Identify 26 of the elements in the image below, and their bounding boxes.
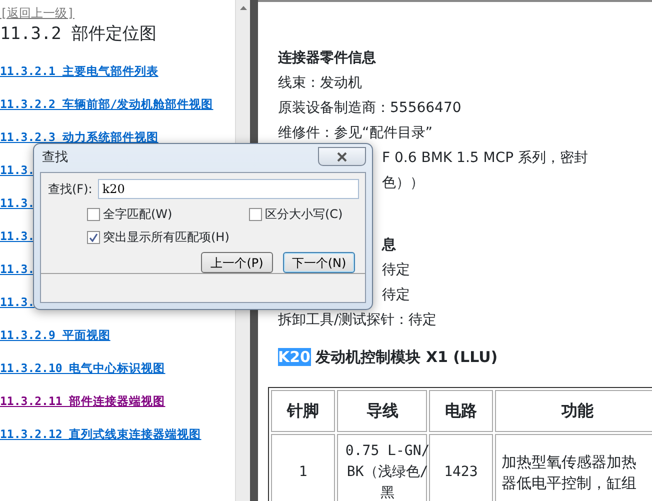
column-header: 电路	[429, 390, 493, 432]
table-cell-text: 1423	[443, 463, 479, 482]
table-cell-text: 1	[298, 463, 308, 482]
info-line: 待定	[382, 287, 410, 303]
column-header: 导线	[337, 390, 428, 432]
table-cell-text: 0.75 L-GN/BK（浅绿色/黑	[344, 442, 431, 501]
page-title: 11.3.2 部件定位图	[0, 24, 158, 44]
info-line: F 0.6 BMK 1.5 MCP 系列，密封	[382, 150, 588, 166]
connector-title: 发动机控制模块 X1 (LLU)	[316, 348, 498, 366]
search-match: K20	[278, 348, 310, 366]
column-header: 针脚	[271, 390, 336, 432]
info-line: 维修件：参见“配件目录”	[278, 124, 434, 143]
info-line: 待定	[382, 262, 410, 278]
info-line: 拆卸工具/测试探针：待定	[278, 311, 438, 330]
checkbox-label: 全字匹配(W)	[103, 206, 172, 223]
field-label: 查找(F):	[48, 181, 92, 198]
section-heading: 连接器零件信息	[278, 49, 377, 68]
section-heading: 息	[382, 237, 396, 253]
dialog-title: 查找	[41, 149, 68, 168]
checkbox-label: 突出显示所有匹配项(H)	[103, 229, 230, 246]
table-cell-text: 加热型氧传感器加热器低电平控制，缸组	[502, 452, 638, 494]
column-header: 功能	[494, 390, 652, 432]
info-line: 色））	[382, 175, 424, 191]
checkbox-label: 区分大小写(C)	[265, 206, 343, 223]
info-line: 原装设备制造商：55566470	[278, 99, 462, 118]
info-line: 线束：发动机	[278, 74, 363, 93]
